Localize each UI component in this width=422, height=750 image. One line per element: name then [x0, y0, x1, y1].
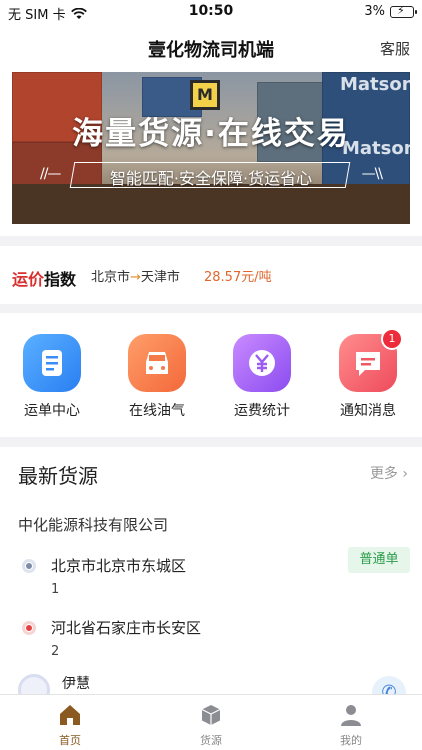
banner-headline: 海量货源·在线交易 [72, 116, 350, 152]
online-fuel-button[interactable]: 在线油气 [117, 334, 197, 420]
banner-subline: 智能匹配·安全保障·货运省心 [109, 169, 313, 188]
notifications-button[interactable]: 1 通知消息 [328, 328, 408, 420]
cargo-origin[interactable]: 北京市北京市东城区 1 [0, 551, 422, 601]
cargo-destination[interactable]: 河北省石家庄市长安区 2 [0, 613, 422, 663]
promo-banner[interactable]: M Matson Matson 海量货源·在线交易 //— 智能匹配·安全保障·… [12, 72, 410, 224]
tab-label: 货源 [200, 734, 222, 747]
page-title: 壹化物流司机端 [148, 40, 274, 61]
route-destination: 天津市 [140, 270, 180, 285]
unread-badge: 1 [381, 328, 403, 350]
waybill-center-button[interactable]: 运单中心 [12, 334, 92, 420]
battery-percent: 3% [364, 4, 385, 19]
section-title: 最新货源 [18, 464, 98, 488]
tab-cargo[interactable]: 货源 [171, 703, 251, 748]
phone-icon[interactable]: ✆ [372, 676, 406, 694]
nav-bar: 壹化物流司机端 客服 [0, 26, 422, 70]
price-index-prefix: 运价 [12, 270, 45, 289]
status-right: 3% ⚡ [364, 4, 417, 19]
banner-ground [12, 184, 410, 224]
tab-home[interactable]: 首页 [30, 703, 110, 748]
price-route: 北京市→天津市 [91, 266, 180, 285]
origin-address: 北京市北京市东城区 [51, 557, 187, 575]
price-index-row[interactable]: 运价指数 北京市→天津市 28.57元/吨 [0, 246, 422, 304]
home-icon [60, 705, 80, 725]
avatar [18, 674, 50, 694]
tab-profile[interactable]: 我的 [311, 703, 391, 748]
user-icon [341, 705, 361, 726]
tab-label: 我的 [340, 734, 362, 747]
latest-cargo-section: 最新货源 更多 › 中化能源科技有限公司 普通单 北京市北京市东城区 1 河北省… [0, 447, 422, 694]
tab-label: 首页 [59, 734, 81, 747]
yen-icon [233, 334, 291, 392]
quick-action-label: 运费统计 [234, 403, 290, 419]
battery-icon: ⚡ [390, 4, 417, 18]
tab-bar: 首页 货源 我的 [0, 694, 422, 750]
origin-dot-icon [22, 559, 36, 573]
customer-service-button[interactable]: 客服 [380, 38, 410, 59]
arrow-right-icon: → [130, 270, 141, 285]
banner-logo-icon: M [190, 80, 220, 110]
destination-count: 2 [51, 644, 60, 659]
origin-count: 1 [51, 582, 60, 597]
message-icon: 1 [339, 328, 403, 392]
quick-action-label: 运单中心 [24, 403, 80, 419]
quick-actions: 运单中心 在线油气 运费统计 1 通知消息 [0, 313, 422, 437]
banner-deco-right: —\\ [361, 166, 383, 182]
cargo-company: 中化能源科技有限公司 [18, 516, 169, 534]
document-list-icon [23, 334, 81, 392]
quick-action-label: 通知消息 [340, 403, 396, 419]
banner-brand-text: Matson [340, 74, 410, 95]
price-index-suffix: 指数 [44, 270, 77, 289]
quick-action-label: 在线油气 [129, 403, 185, 419]
destination-address: 河北省石家庄市长安区 [51, 619, 202, 637]
status-time: 10:50 [188, 3, 234, 19]
box-icon [201, 705, 221, 725]
destination-dot-icon [22, 621, 36, 635]
price-value: 28.57元/吨 [204, 270, 272, 285]
contact-name: 伊慧 [62, 676, 90, 692]
route-origin: 北京市 [91, 270, 131, 285]
more-link[interactable]: 更多 › [370, 463, 408, 483]
banner-section: M Matson Matson 海量货源·在线交易 //— 智能匹配·安全保障·… [0, 70, 422, 236]
status-bar: 无 SIM 卡 10:50 3% ⚡ [0, 0, 422, 26]
freight-stats-button[interactable]: 运费统计 [222, 334, 302, 420]
price-index-label: 运价指数 [12, 266, 76, 290]
car-icon [128, 334, 186, 392]
